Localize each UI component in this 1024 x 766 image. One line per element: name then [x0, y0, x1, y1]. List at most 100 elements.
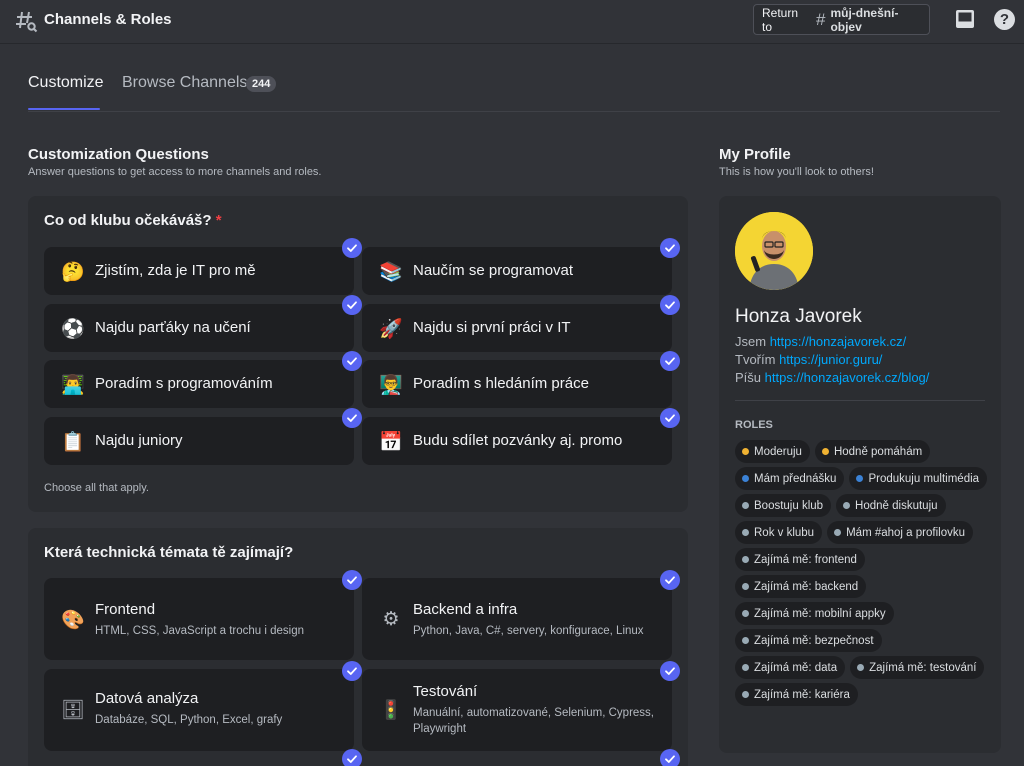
option-pozvanky[interactable]: 📅 Budu sdílet pozvánky aj. promo	[362, 417, 672, 465]
role-pill[interactable]: Mám #ahoj a profilovku	[827, 521, 973, 544]
checkmark-icon	[342, 238, 362, 258]
role-pill[interactable]: Moderuju	[735, 440, 810, 463]
role-label: Boostuju klub	[754, 499, 824, 512]
role-pill[interactable]: Zajímá mě: testování	[850, 656, 985, 679]
profile-name: Honza Javorek	[735, 306, 862, 327]
option-label: Poradím s programováním	[95, 375, 273, 392]
tabs-divider	[28, 111, 1000, 112]
checkmark-icon	[660, 351, 680, 371]
rocket-icon: 🚀	[379, 319, 403, 340]
customization-subtitle: Answer questions to get access to more c…	[28, 166, 322, 178]
role-pill[interactable]: Produkuju multimédia	[849, 467, 988, 490]
active-tab-indicator	[28, 108, 100, 110]
option-naucim[interactable]: 📚 Naučím se programovat	[362, 247, 672, 295]
bio-link[interactable]: https://honzajavorek.cz/blog/	[765, 370, 930, 385]
tab-browse-channels[interactable]: Browse Channels	[122, 74, 247, 92]
books-icon: 📚	[379, 262, 403, 283]
role-pill[interactable]: Zajímá mě: kariéra	[735, 683, 858, 706]
role-pill[interactable]: Zajímá mě: backend	[735, 575, 867, 598]
hashtag-icon: #	[815, 9, 826, 29]
role-pill[interactable]: Mám přednášku	[735, 467, 845, 490]
bio-link[interactable]: https://junior.guru/	[779, 352, 882, 367]
option-poradim-prace[interactable]: 👨‍🏫 Poradím s hledáním práce	[362, 360, 672, 408]
avatar	[735, 212, 813, 290]
option-testovani[interactable]: 🚦 Testování Manuální, automatizované, Se…	[362, 669, 672, 751]
option-juniory[interactable]: 📋 Najdu juniory	[44, 417, 354, 465]
role-label: Produkuju multimédia	[868, 472, 980, 485]
traffic-light-icon: 🚦	[379, 700, 403, 721]
role-label: Zajímá mě: testování	[869, 661, 977, 674]
checkmark-icon	[342, 570, 362, 590]
tab-customize[interactable]: Customize	[28, 74, 104, 92]
checkmark-icon	[342, 661, 362, 681]
checkmark-icon	[660, 295, 680, 315]
option-label: Najdu si první práci v IT	[413, 319, 571, 336]
checkmark-icon	[342, 408, 362, 428]
role-label: Hodně diskutuju	[855, 499, 938, 512]
profile-subtitle: This is how you'll look to others!	[719, 166, 874, 178]
option-partaky[interactable]: ⚽ Najdu parťáky na učení	[44, 304, 354, 352]
role-color-dot	[834, 529, 842, 536]
option-zjistim[interactable]: 🤔 Zjistím, zda je IT pro mě	[44, 247, 354, 295]
thinking-face-icon: 🤔	[61, 262, 85, 283]
option-label: Datová analýza	[95, 690, 199, 707]
option-datova-analyza[interactable]: 🗄 Datová analýza Databáze, SQL, Python, …	[44, 669, 354, 751]
role-color-dot	[821, 448, 829, 455]
channels-roles-icon	[16, 11, 38, 33]
palette-icon: 🎨	[61, 610, 85, 631]
role-label: Mám #ahoj a profilovku	[846, 526, 965, 539]
role-color-dot	[742, 556, 749, 563]
customization-title: Customization Questions	[28, 146, 209, 163]
role-pill[interactable]: Rok v klubu	[735, 521, 823, 544]
roles-heading: ROLES	[735, 419, 773, 431]
return-label: Return to	[762, 5, 799, 34]
role-pill[interactable]: Zajímá mě: frontend	[735, 548, 865, 571]
checkmark-icon	[342, 295, 362, 315]
role-label: Rok v klubu	[754, 526, 815, 539]
role-label: Moderuju	[754, 445, 802, 458]
role-pill[interactable]: Zajímá mě: mobilní appky	[735, 602, 894, 625]
roles-list: Moderuju Hodně pomáhám Mám přednášku Produk…	[735, 440, 989, 706]
option-description: Databáze, SQL, Python, Excel, grafy	[95, 714, 283, 726]
role-pill[interactable]: Hodně pomáhám	[814, 440, 931, 463]
question-title: Co od klubu očekáváš? *	[44, 212, 222, 229]
option-description: Manuální, automatizované, Selenium, Cypr…	[413, 707, 654, 735]
bio-line: Píšu https://honzajavorek.cz/blog/	[735, 370, 930, 385]
option-poradim-programovani[interactable]: 👨‍💻 Poradím s programováním	[44, 360, 354, 408]
option-label: Najdu parťáky na učení	[95, 319, 251, 336]
role-color-dot	[742, 691, 749, 698]
role-color-dot	[742, 502, 749, 509]
soccer-ball-icon: ⚽	[61, 319, 85, 340]
option-label: Najdu juniory	[95, 432, 183, 449]
bio-link[interactable]: https://honzajavorek.cz/	[770, 334, 907, 349]
option-backend[interactable]: ⚙ Backend a infra Python, Java, C#, serv…	[362, 578, 672, 660]
channel-count-badge: 244	[246, 76, 277, 92]
gear-icon: ⚙	[382, 609, 400, 630]
page-title: Channels & Roles	[44, 11, 172, 28]
return-to-channel-button[interactable]: Return to # můj-dnešní-objev	[753, 4, 930, 35]
role-color-dot	[742, 475, 749, 482]
option-prvni-prace[interactable]: 🚀 Najdu si první práci v IT	[362, 304, 672, 352]
role-color-dot	[742, 583, 749, 590]
role-pill[interactable]: Boostuju klub	[735, 494, 832, 517]
role-pill[interactable]: Zajímá mě: data	[735, 656, 846, 679]
question-title: Která technická témata tě zajímají?	[44, 544, 294, 561]
checkmark-icon	[342, 749, 362, 766]
option-description: HTML, CSS, JavaScript a trochu i design	[95, 625, 304, 637]
bio-line: Tvořím https://junior.guru/	[735, 352, 883, 367]
role-label: Zajímá mě: kariéra	[754, 688, 850, 701]
profile-divider	[735, 400, 985, 401]
role-pill[interactable]: Hodně diskutuju	[836, 494, 946, 517]
option-description: Python, Java, C#, servery, konfigurace, …	[413, 625, 644, 637]
option-frontend[interactable]: 🎨 Frontend HTML, CSS, JavaScript a troch…	[44, 578, 354, 660]
option-label: Testování	[413, 683, 478, 700]
option-label: Zjistím, zda je IT pro mě	[95, 262, 256, 279]
role-color-dot	[742, 448, 749, 455]
inbox-icon[interactable]	[955, 9, 975, 29]
role-label: Mám přednášku	[754, 472, 837, 485]
role-label: Zajímá mě: data	[754, 661, 838, 674]
help-icon[interactable]: ?	[994, 9, 1015, 30]
role-pill[interactable]: Zajímá mě: bezpečnost	[735, 629, 882, 652]
role-label: Zajímá mě: mobilní appky	[754, 607, 886, 620]
checkmark-icon	[660, 661, 680, 681]
